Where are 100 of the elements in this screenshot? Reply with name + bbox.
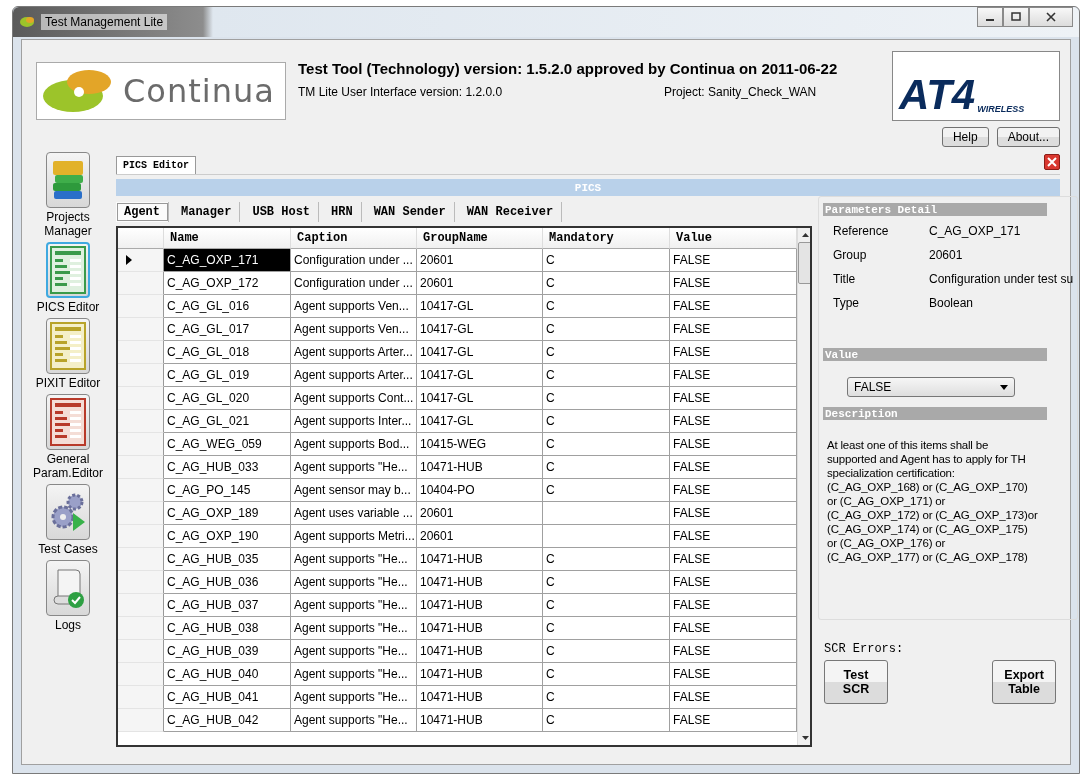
table-cell: 10415-WEG (417, 433, 543, 456)
table-cell: C (543, 341, 670, 364)
field-label: Title (833, 272, 857, 286)
tab[interactable]: WAN Sender (365, 202, 455, 222)
nav-item[interactable]: General Param.Editor (28, 394, 108, 480)
scroll-icon (50, 566, 86, 610)
table-cell: FALSE (670, 364, 797, 387)
scrollbar-thumb[interactable] (798, 242, 810, 284)
table-cell: 10417-GL (417, 387, 543, 410)
table-cell: 10417-GL (417, 341, 543, 364)
table-cell: Agent supports "He... (291, 640, 417, 663)
editor-tab[interactable]: PICS Editor (116, 156, 196, 174)
table-cell: 10471-HUB (417, 456, 543, 479)
table-cell: 10417-GL (417, 318, 543, 341)
table-cell: Agent supports "He... (291, 709, 417, 732)
table-cell: 10471-HUB (417, 594, 543, 617)
table-cell: Agent supports "He... (291, 663, 417, 686)
table-cell: C_AG_HUB_042 (164, 709, 291, 732)
table-cell: C_AG_GL_019 (164, 364, 291, 387)
column-header[interactable]: Caption (291, 228, 417, 249)
table-cell: C_AG_HUB_040 (164, 663, 291, 686)
table-cell: FALSE (670, 686, 797, 709)
nav-label: Projects Manager (43, 210, 93, 238)
tab[interactable]: USB Host (244, 202, 320, 222)
maximize-icon (1011, 12, 1021, 22)
ui-version: TM Lite User Interface version: 1.2.0.0 (298, 85, 504, 99)
table-cell: FALSE (670, 548, 797, 571)
document-icon (50, 322, 86, 370)
table-cell: Agent supports "He... (291, 617, 417, 640)
column-header[interactable]: Value (670, 228, 797, 249)
window-title: Test Management Lite (41, 14, 168, 30)
table-cell: C_AG_HUB_036 (164, 571, 291, 594)
column-header[interactable]: Mandatory (543, 228, 670, 249)
table-cell: Agent supports "He... (291, 548, 417, 571)
project-name: Project: Sanity_Check_WAN (664, 85, 817, 99)
tab[interactable]: Agent (116, 202, 169, 222)
help-button[interactable]: Help (941, 127, 989, 147)
table-cell: FALSE (670, 318, 797, 341)
table-cell: C (543, 640, 670, 663)
table-cell: C_AG_WEG_059 (164, 433, 291, 456)
table-cell: Agent supports Ven... (291, 295, 417, 318)
table-cell: Agent sensor may b... (291, 479, 417, 502)
table-cell: 20601 (417, 249, 543, 272)
table-cell: C_AG_GL_016 (164, 295, 291, 318)
row-header[interactable] (118, 249, 164, 272)
table-cell: FALSE (670, 525, 797, 548)
close-icon[interactable] (1044, 154, 1060, 170)
value-dropdown[interactable]: FALSE (847, 377, 1015, 397)
table-cell: C_AG_OXP_171 (164, 249, 291, 272)
nav-label: PIXIT Editor (35, 376, 101, 390)
table-cell: C_AG_GL_021 (164, 410, 291, 433)
maximize-button[interactable] (1003, 7, 1029, 27)
table-cell: 10471-HUB (417, 548, 543, 571)
table-cell: FALSE (670, 341, 797, 364)
nav-item[interactable]: Projects Manager (28, 152, 108, 238)
table-cell: C (543, 295, 670, 318)
row-pointer-icon (126, 255, 132, 265)
test-button[interactable]: Test SCR (824, 660, 888, 704)
table-cell: C_AG_GL_020 (164, 387, 291, 410)
about-button[interactable]: About... (996, 127, 1060, 147)
table-cell: FALSE (670, 479, 797, 502)
table-cell: C_AG_GL_018 (164, 341, 291, 364)
field-label: Type (833, 296, 860, 310)
tab[interactable]: HRN (323, 202, 362, 222)
tab[interactable]: Manager (173, 202, 241, 222)
table-cell: 20601 (417, 502, 543, 525)
table-cell: FALSE (670, 433, 797, 456)
table-cell: Agent supports "He... (291, 571, 417, 594)
table-cell: 10471-HUB (417, 571, 543, 594)
table-cell: 10471-HUB (417, 663, 543, 686)
export-button[interactable]: Export Table (992, 660, 1057, 704)
table-cell: C_AG_OXP_189 (164, 502, 291, 525)
column-header[interactable]: GroupName (417, 228, 543, 249)
document-icon (50, 398, 86, 446)
table-cell: Agent supports "He... (291, 456, 417, 479)
table-cell: C (543, 364, 670, 387)
table-cell: FALSE (670, 663, 797, 686)
column-header[interactable]: Name (164, 228, 291, 249)
nav-label: General Param.Editor (32, 452, 104, 480)
leaf-icon (19, 15, 35, 29)
table-cell: C_AG_OXP_172 (164, 272, 291, 295)
table-cell: C (543, 272, 670, 295)
table-cell: FALSE (670, 571, 797, 594)
panel-heading: Parameters Detail (823, 203, 1047, 216)
table-cell: FALSE (670, 640, 797, 663)
close-button[interactable] (1029, 7, 1073, 27)
table-cell: Configuration under ... (291, 249, 417, 272)
table-cell: 10417-GL (417, 295, 543, 318)
table-cell: C (543, 456, 670, 479)
panel-heading: Value (823, 348, 1047, 361)
minimize-button[interactable] (977, 7, 1003, 27)
scrollbar[interactable] (797, 228, 810, 745)
table-cell: 10471-HUB (417, 686, 543, 709)
field-value: 20601 (929, 248, 964, 262)
table-cell: Agent supports Arter... (291, 364, 417, 387)
tab[interactable]: WAN Receiver (458, 202, 563, 222)
field-value: Boolean (929, 296, 975, 310)
table-cell: FALSE (670, 709, 797, 732)
table-cell: 20601 (417, 525, 543, 548)
table-cell: C_AG_OXP_190 (164, 525, 291, 548)
